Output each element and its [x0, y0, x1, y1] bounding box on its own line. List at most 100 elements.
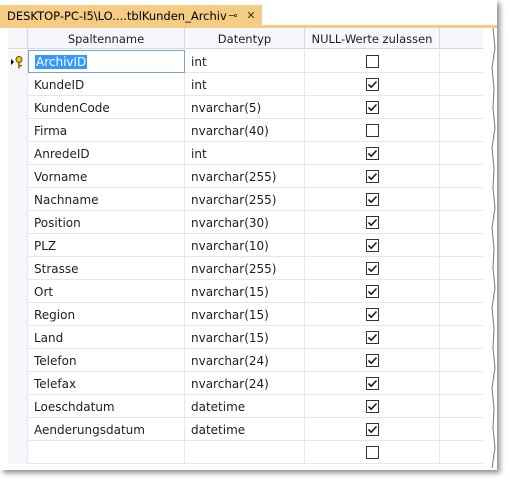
- cell-column-name[interactable]: ArchivID: [28, 50, 185, 73]
- row-selector[interactable]: [8, 280, 28, 303]
- row-selector[interactable]: [8, 349, 28, 372]
- cell-column-name[interactable]: Telefax: [28, 372, 185, 395]
- cell-column-name[interactable]: PLZ: [28, 234, 185, 257]
- allow-nulls-checkbox[interactable]: [365, 147, 379, 160]
- row-selector[interactable]: [8, 50, 28, 73]
- allow-nulls-checkbox[interactable]: [365, 170, 379, 183]
- table-row[interactable]: AnredeID int: [8, 142, 483, 165]
- cell-data-type[interactable]: nvarchar(30): [185, 211, 305, 234]
- cell-column-name[interactable]: Aenderungsdatum: [28, 418, 185, 441]
- row-selector[interactable]: [8, 119, 28, 142]
- allow-nulls-checkbox[interactable]: [365, 308, 379, 321]
- cell-column-name[interactable]: Strasse: [28, 257, 185, 280]
- table-row[interactable]: ArchivID int: [8, 50, 483, 73]
- column-header-name[interactable]: Spaltenname: [28, 28, 185, 49]
- cell-column-name[interactable]: Loeschdatum: [28, 395, 185, 418]
- cell-data-type[interactable]: [185, 441, 305, 464]
- table-row[interactable]: Aenderungsdatum datetime: [8, 418, 483, 441]
- allow-nulls-checkbox[interactable]: [365, 124, 379, 137]
- table-row[interactable]: Ort nvarchar(15): [8, 280, 483, 303]
- row-selector[interactable]: [8, 142, 28, 165]
- close-icon[interactable]: ✕: [244, 5, 258, 26]
- cell-data-type[interactable]: nvarchar(15): [185, 326, 305, 349]
- pin-icon[interactable]: ⊸: [226, 5, 240, 26]
- document-tab[interactable]: DESKTOP-PC-I5\LO....tblKunden_Archiv ⊸ ✕: [0, 5, 262, 26]
- cell-column-name[interactable]: [28, 441, 185, 464]
- table-row[interactable]: Land nvarchar(15): [8, 326, 483, 349]
- cell-column-name[interactable]: KundenCode: [28, 96, 185, 119]
- cell-allow-nulls: [305, 234, 440, 257]
- row-selector[interactable]: [8, 73, 28, 96]
- cell-data-type[interactable]: nvarchar(15): [185, 280, 305, 303]
- cell-data-type[interactable]: nvarchar(255): [185, 165, 305, 188]
- allow-nulls-checkbox[interactable]: [365, 354, 379, 367]
- table-row[interactable]: Vorname nvarchar(255): [8, 165, 483, 188]
- allow-nulls-checkbox[interactable]: [365, 377, 379, 390]
- allow-nulls-checkbox[interactable]: [365, 193, 379, 206]
- column-header-type[interactable]: Datentyp: [185, 28, 305, 49]
- table-row[interactable]: KundeID int: [8, 73, 483, 96]
- cell-data-type[interactable]: nvarchar(255): [185, 188, 305, 211]
- cell-column-name[interactable]: AnredeID: [28, 142, 185, 165]
- data-type-text: datetime: [191, 399, 246, 414]
- table-row[interactable]: Nachname nvarchar(255): [8, 188, 483, 211]
- allow-nulls-checkbox[interactable]: [365, 262, 379, 275]
- row-selector[interactable]: [8, 441, 28, 464]
- row-selector[interactable]: [8, 326, 28, 349]
- cell-data-type[interactable]: nvarchar(10): [185, 234, 305, 257]
- cell-data-type[interactable]: nvarchar(255): [185, 257, 305, 280]
- row-selector[interactable]: [8, 257, 28, 280]
- row-selector[interactable]: [8, 418, 28, 441]
- allow-nulls-checkbox[interactable]: [365, 285, 379, 298]
- allow-nulls-checkbox[interactable]: [365, 78, 379, 91]
- row-selector[interactable]: [8, 211, 28, 234]
- table-row[interactable]: Firma nvarchar(40): [8, 119, 483, 142]
- cell-column-name[interactable]: KundeID: [28, 73, 185, 96]
- cell-data-type[interactable]: datetime: [185, 418, 305, 441]
- cell-data-type[interactable]: int: [185, 73, 305, 96]
- cell-column-name[interactable]: Vorname: [28, 165, 185, 188]
- table-row[interactable]: Loeschdatum datetime: [8, 395, 483, 418]
- cell-column-name[interactable]: Firma: [28, 119, 185, 142]
- allow-nulls-checkbox[interactable]: [365, 239, 379, 252]
- cell-column-name[interactable]: Nachname: [28, 188, 185, 211]
- row-selector[interactable]: [8, 96, 28, 119]
- table-row[interactable]: Position nvarchar(30): [8, 211, 483, 234]
- cell-column-name[interactable]: Position: [28, 211, 185, 234]
- table-row[interactable]: PLZ nvarchar(10): [8, 234, 483, 257]
- table-row[interactable]: Strasse nvarchar(255): [8, 257, 483, 280]
- table-row[interactable]: Telefon nvarchar(24): [8, 349, 483, 372]
- row-selector[interactable]: [8, 188, 28, 211]
- cell-data-type[interactable]: int: [185, 50, 305, 73]
- row-selector[interactable]: [8, 303, 28, 326]
- allow-nulls-checkbox[interactable]: [365, 55, 379, 68]
- table-row[interactable]: KundenCode nvarchar(5): [8, 96, 483, 119]
- table-row[interactable]: Region nvarchar(15): [8, 303, 483, 326]
- allow-nulls-checkbox[interactable]: [365, 216, 379, 229]
- cell-allow-nulls: [305, 73, 440, 96]
- cell-data-type[interactable]: nvarchar(24): [185, 372, 305, 395]
- allow-nulls-checkbox[interactable]: [365, 400, 379, 413]
- cell-data-type[interactable]: nvarchar(40): [185, 119, 305, 142]
- table-row[interactable]: Telefax nvarchar(24): [8, 372, 483, 395]
- allow-nulls-checkbox[interactable]: [365, 423, 379, 436]
- allow-nulls-checkbox[interactable]: [365, 101, 379, 114]
- row-selector[interactable]: [8, 165, 28, 188]
- cell-column-name[interactable]: Region: [28, 303, 185, 326]
- column-header-nullable[interactable]: NULL-Werte zulassen: [305, 28, 440, 49]
- table-row[interactable]: [8, 441, 483, 464]
- row-header-corner: [8, 28, 28, 49]
- row-selector[interactable]: [8, 372, 28, 395]
- cell-data-type[interactable]: nvarchar(15): [185, 303, 305, 326]
- cell-data-type[interactable]: datetime: [185, 395, 305, 418]
- cell-column-name[interactable]: Land: [28, 326, 185, 349]
- cell-data-type[interactable]: nvarchar(5): [185, 96, 305, 119]
- row-selector[interactable]: [8, 234, 28, 257]
- cell-data-type[interactable]: int: [185, 142, 305, 165]
- cell-data-type[interactable]: nvarchar(24): [185, 349, 305, 372]
- allow-nulls-checkbox[interactable]: [365, 331, 379, 344]
- allow-nulls-checkbox[interactable]: [365, 446, 379, 459]
- cell-column-name[interactable]: Ort: [28, 280, 185, 303]
- row-selector[interactable]: [8, 395, 28, 418]
- cell-column-name[interactable]: Telefon: [28, 349, 185, 372]
